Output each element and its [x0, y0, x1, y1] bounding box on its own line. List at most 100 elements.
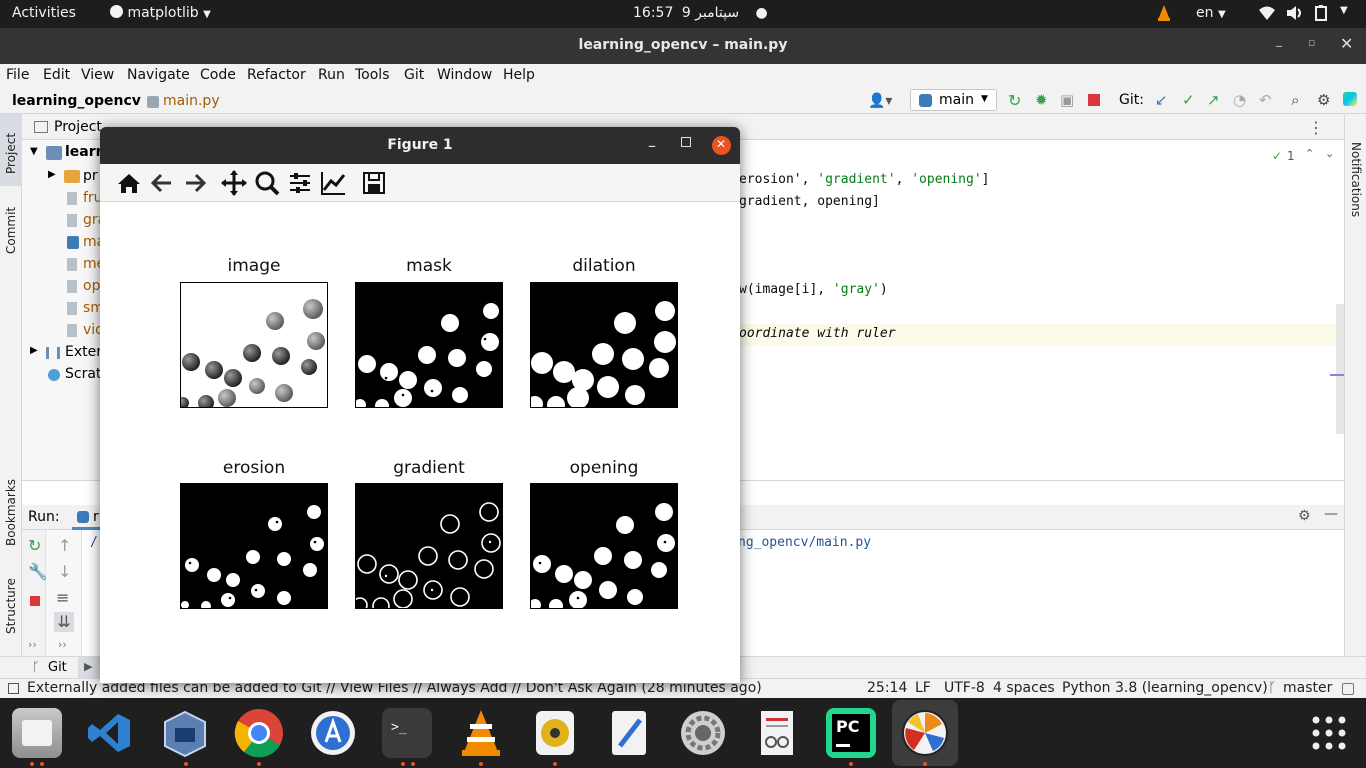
minimize-icon[interactable]: –	[648, 136, 656, 155]
terminal-icon[interactable]: >_	[382, 708, 432, 758]
editor-scrollbar[interactable]	[1336, 304, 1344, 434]
project-pane-title[interactable]: Project	[54, 119, 102, 135]
visual-studio-code-icon[interactable]	[86, 708, 136, 758]
caret-position[interactable]: 25:14	[867, 680, 907, 696]
wrench-icon[interactable]: 🔧	[28, 562, 48, 581]
git-tool-button[interactable]: Git	[48, 660, 67, 675]
more-vertical-icon[interactable]: ⋮	[1308, 118, 1324, 137]
menu-view[interactable]: View	[81, 67, 114, 83]
bookmarks-tool-button[interactable]: Bookmarks	[4, 479, 18, 546]
text-editor-icon[interactable]	[604, 708, 654, 758]
rerun-icon[interactable]: ↻	[1008, 91, 1021, 110]
history-icon[interactable]: ◔	[1233, 91, 1246, 109]
rollback-icon[interactable]: ↶	[1259, 91, 1272, 109]
menu-git[interactable]: Git	[404, 67, 424, 83]
user-icon[interactable]: 👤▾	[868, 93, 892, 109]
menu-edit[interactable]: Edit	[43, 67, 70, 83]
activities-button[interactable]: Activities	[12, 5, 76, 21]
memory-indicator-icon[interactable]	[1342, 683, 1354, 695]
git-push-icon[interactable]: ↗	[1207, 91, 1220, 109]
menu-navigate[interactable]: Navigate	[127, 67, 190, 83]
tree-item[interactable]: op	[83, 278, 100, 294]
down-arrow-icon[interactable]: ↓	[58, 562, 71, 581]
menu-file[interactable]: File	[6, 67, 29, 83]
menu-help[interactable]: Help	[503, 67, 535, 83]
volume-icon[interactable]	[1286, 5, 1304, 21]
commit-tool-button[interactable]: Commit	[4, 207, 18, 254]
document-viewer-icon[interactable]	[752, 708, 802, 758]
chevron-down-icon[interactable]: ⌄	[1325, 147, 1334, 160]
settings-gear-icon[interactable]: ⚙	[1298, 508, 1311, 524]
tree-scratches[interactable]: Scrat	[65, 366, 101, 382]
home-icon[interactable]	[114, 168, 144, 198]
maximize-icon[interactable]	[681, 137, 691, 147]
structure-tool-button[interactable]: Structure	[4, 578, 18, 634]
menu-tools[interactable]: Tools	[355, 67, 390, 83]
subplots-config-icon[interactable]	[285, 168, 315, 198]
coverage-icon[interactable]: ▣	[1060, 91, 1074, 109]
app-store-icon[interactable]	[308, 708, 358, 758]
back-arrow-icon[interactable]	[147, 168, 177, 198]
line-separator[interactable]: LF	[915, 680, 931, 696]
git-branch[interactable]: master	[1283, 680, 1332, 696]
matplotlib-icon[interactable]	[900, 708, 950, 758]
chevron-right-icon[interactable]: ▶	[30, 345, 38, 356]
tree-external-libraries[interactable]: Exter	[65, 344, 102, 360]
vlc-tray-icon[interactable]	[1156, 4, 1172, 22]
rhythmbox-icon[interactable]	[530, 708, 580, 758]
jetbrains-icon[interactable]	[1343, 92, 1357, 106]
system-menu-chevron-icon[interactable]: ▼	[1340, 5, 1348, 16]
project-tool-button[interactable]: Project	[4, 133, 18, 174]
maximize-icon[interactable]: ▫	[1308, 36, 1315, 49]
chrome-icon[interactable]	[234, 708, 284, 758]
edit-axis-icon[interactable]	[318, 168, 348, 198]
wifi-icon[interactable]	[1258, 5, 1276, 21]
minimize-icon[interactable]: –	[1275, 36, 1283, 55]
tree-item[interactable]: pr	[83, 168, 98, 184]
more-icon[interactable]: ››	[58, 638, 67, 651]
files-icon[interactable]	[12, 708, 62, 758]
menu-window[interactable]: Window	[437, 67, 492, 83]
close-button[interactable]: ✕	[712, 136, 731, 155]
run-config-selector[interactable]: main ▼	[910, 89, 997, 111]
run-output-path[interactable]: ng_opencv/main.py	[738, 535, 871, 550]
zoom-icon[interactable]	[252, 168, 282, 198]
menu-run[interactable]: Run	[318, 67, 345, 83]
git-commit-icon[interactable]: ✓	[1182, 91, 1195, 109]
settings-icon[interactable]	[678, 708, 728, 758]
virtualbox-icon[interactable]	[160, 708, 210, 758]
app-menu[interactable]: matplotlib ▼	[110, 5, 211, 21]
stop-icon[interactable]	[1088, 94, 1100, 106]
breadcrumb-file[interactable]: main.py	[163, 93, 220, 109]
notifications-tool-button[interactable]: Notifications	[1349, 142, 1363, 217]
pan-icon[interactable]	[219, 168, 249, 198]
chevron-up-icon[interactable]: ⌃	[1305, 147, 1314, 160]
chevron-right-icon[interactable]: ▶	[48, 169, 56, 180]
menu-code[interactable]: Code	[200, 67, 236, 83]
pycharm-icon[interactable]: PC	[826, 708, 876, 758]
vlc-icon[interactable]	[456, 708, 506, 758]
git-update-icon[interactable]: ↙	[1155, 91, 1168, 109]
breadcrumb-project[interactable]: learning_opencv	[12, 93, 141, 109]
clock[interactable]: 16:57 9 سپتامبر ●	[633, 5, 768, 21]
settings-gear-icon[interactable]: ⚙	[1317, 91, 1330, 109]
scroll-to-end-icon[interactable]: ⇊	[54, 612, 74, 632]
interpreter[interactable]: Python 3.8 (learning_opencv)	[1062, 680, 1268, 696]
status-toggle-icon[interactable]	[8, 683, 19, 694]
chevron-down-icon[interactable]: ▼	[30, 146, 38, 157]
close-icon[interactable]: ✕	[1340, 34, 1353, 53]
rerun-icon[interactable]: ↻	[28, 536, 41, 555]
forward-arrow-icon[interactable]	[180, 168, 210, 198]
up-arrow-icon[interactable]: ↑	[58, 536, 71, 555]
show-apps-icon[interactable]	[1311, 715, 1347, 751]
minimize-panel-icon[interactable]: —	[1324, 506, 1338, 522]
indent-setting[interactable]: 4 spaces	[993, 680, 1055, 696]
inspection-ok-icon[interactable]: ✓	[1272, 149, 1282, 163]
menu-refactor[interactable]: Refactor	[247, 67, 306, 83]
debug-icon[interactable]: ✹	[1035, 91, 1048, 109]
more-icon[interactable]: ››	[28, 638, 37, 651]
battery-icon[interactable]	[1314, 5, 1328, 21]
save-icon[interactable]	[359, 168, 389, 198]
language-indicator[interactable]: en ▼	[1196, 5, 1226, 21]
run-tool-button[interactable]: ▶	[78, 657, 102, 679]
